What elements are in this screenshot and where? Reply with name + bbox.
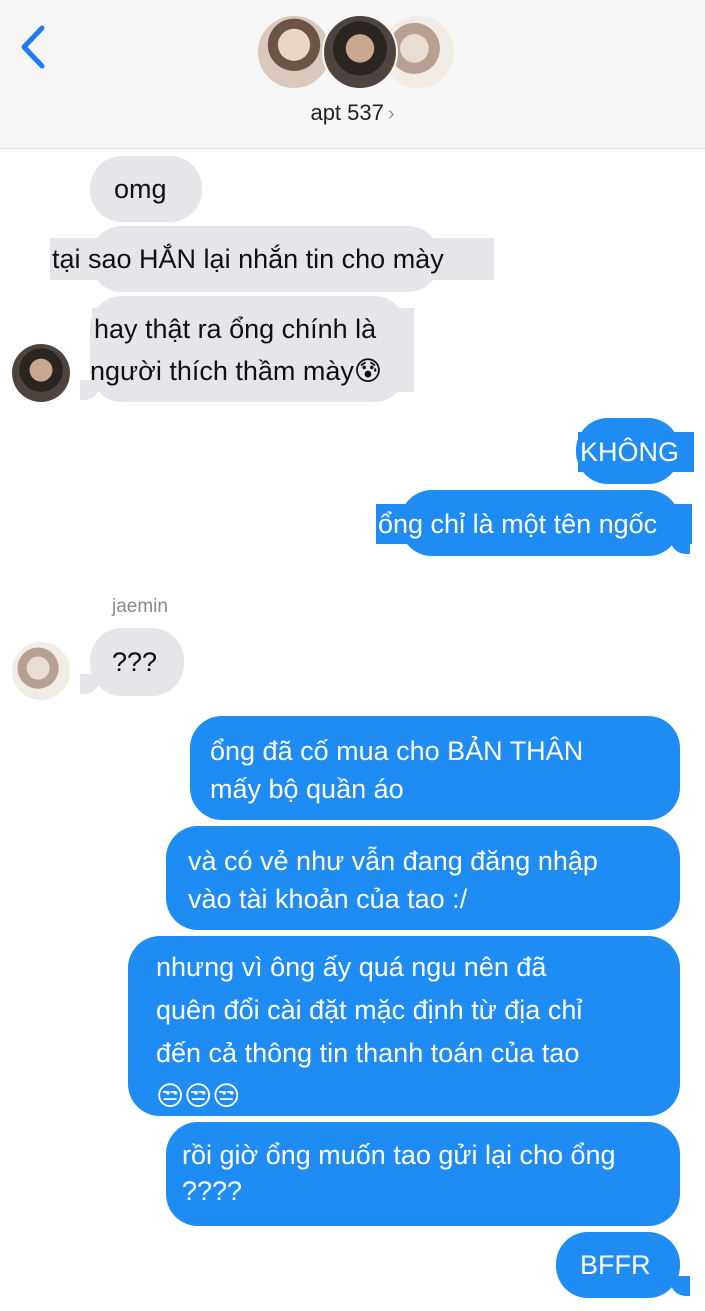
message-text: ổng đã cố mua cho BẢN THÂN (210, 736, 584, 766)
message-text: KHÔNG (580, 437, 680, 467)
message-bubble-outgoing[interactable]: BFFR (556, 1232, 680, 1298)
message-text-highlight: tại sao HẮN lại nhắn tin cho mày (50, 238, 494, 280)
message-text-highlight: ổng chỉ là một tên ngốc (376, 504, 692, 544)
message-text: 😒😒😒 (156, 1081, 241, 1111)
message-text: ổng chỉ là một tên ngốc (378, 509, 658, 539)
chat-title[interactable]: apt 537 › (0, 100, 705, 126)
bubble-tail (80, 674, 100, 694)
message-text: đến cả thông tin thanh toán của tao (156, 1038, 580, 1068)
chevron-right-icon: › (387, 103, 395, 125)
message-text: rồi giờ ổng muốn tao gửi lại cho ổng (182, 1140, 616, 1170)
group-avatars[interactable] (256, 14, 456, 94)
chat-title-text: apt 537 (310, 100, 384, 125)
avatar (322, 14, 398, 90)
message-text: ???? (182, 1176, 243, 1206)
chat-header: apt 537 › (0, 0, 705, 149)
message-bubble-outgoing[interactable]: nhưng vì ông ấy quá ngu nên đã quên đổi … (128, 936, 680, 1116)
message-text: ??? (112, 647, 158, 677)
message-text: quên đổi cài đặt mặc định từ địa chỉ (156, 995, 583, 1025)
message-text: BFFR (580, 1250, 651, 1280)
chevron-left-icon[interactable] (14, 22, 54, 72)
message-text-highlight: hay thật ra ổng chính là người thích thầ… (90, 308, 414, 392)
message-text: nhưng vì ông ấy quá ngu nên đã (156, 952, 547, 982)
message-bubble-incoming[interactable]: ??? (90, 628, 184, 696)
sender-name: jaemin (112, 596, 168, 617)
message-text: vào tài khoản của tao :/ (188, 884, 468, 914)
message-text: omg (114, 174, 167, 204)
message-bubble-outgoing[interactable]: rồi giờ ổng muốn tao gửi lại cho ổng ???… (166, 1122, 680, 1226)
bubble-tail (670, 1276, 690, 1296)
message-text: tại sao HẮN lại nhắn tin cho mày (52, 244, 444, 274)
sender-avatar[interactable] (12, 642, 70, 700)
avatar (256, 14, 332, 90)
message-bubble-outgoing[interactable]: ổng đã cố mua cho BẢN THÂN mấy bộ quần á… (190, 716, 680, 820)
message-bubble-incoming[interactable]: omg (90, 156, 202, 222)
message-text-highlight: KHÔNG (578, 432, 694, 472)
message-text: mấy bộ quần áo (210, 774, 404, 804)
sender-avatar[interactable] (12, 344, 70, 402)
message-bubble-outgoing[interactable]: và có vẻ như vẫn đang đăng nhập vào tài … (166, 826, 680, 930)
message-text: người thích thầm mày😰 (90, 356, 383, 386)
message-text: hay thật ra ổng chính là (94, 314, 377, 344)
message-text: và có vẻ như vẫn đang đăng nhập (188, 846, 598, 876)
